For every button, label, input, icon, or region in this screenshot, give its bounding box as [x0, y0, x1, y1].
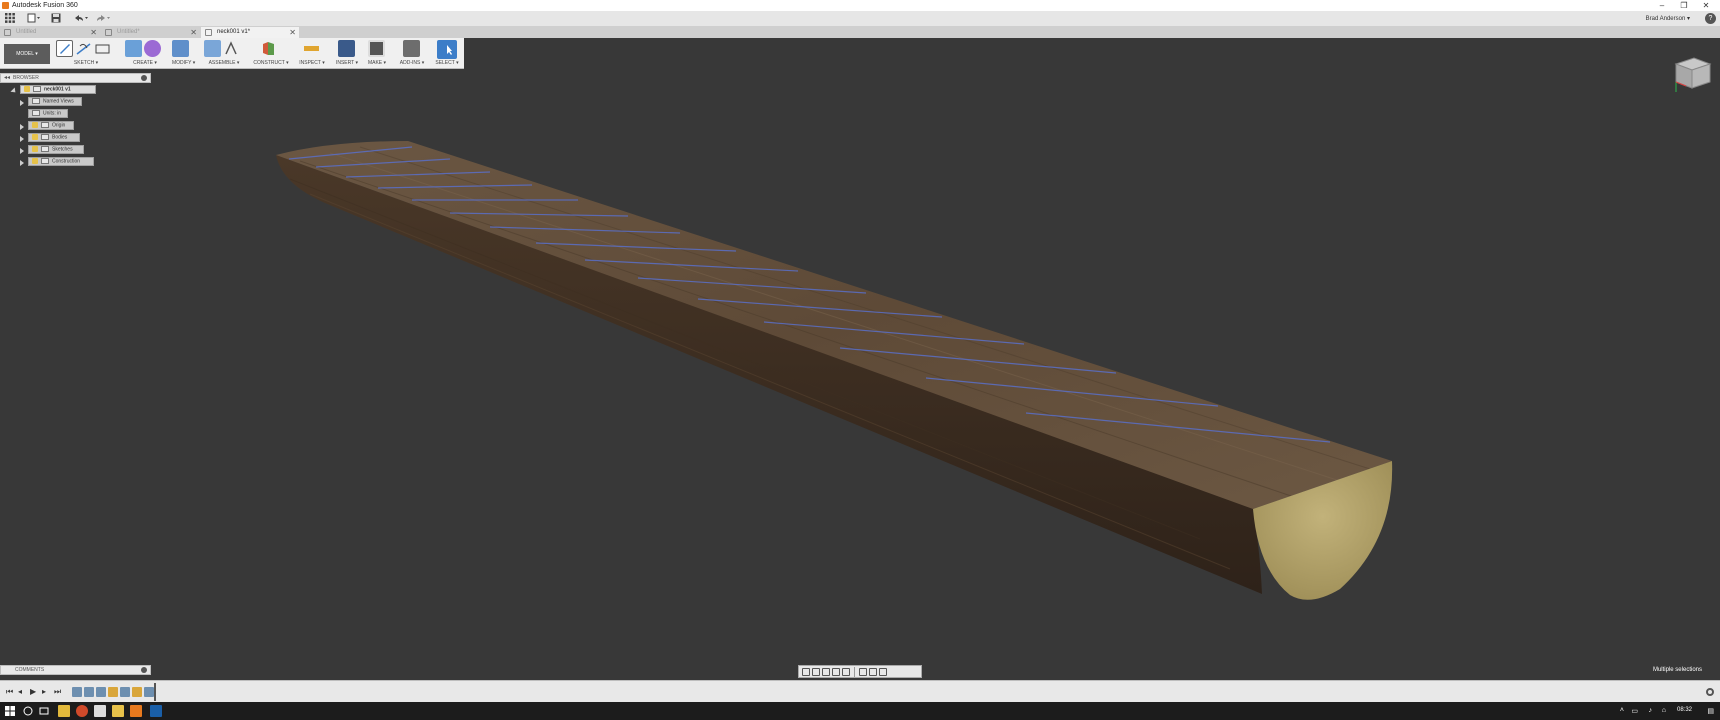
tab-untitled-modified[interactable]: Untitled* ✕ [101, 27, 200, 38]
rectangle-icon[interactable] [94, 40, 111, 57]
play-icon[interactable]: ▶ [30, 688, 36, 696]
display-settings-icon[interactable] [859, 667, 867, 676]
data-panel-grid-icon[interactable] [4, 13, 16, 25]
inspect-group[interactable]: INSPECT ▾ [296, 40, 328, 68]
pan-icon[interactable] [822, 667, 830, 676]
create-group[interactable]: CREATE ▾ [125, 40, 165, 68]
quick-access-toolbar: Brad Anderson ▾ ? [0, 11, 1720, 27]
restore-button[interactable]: ❐ [1674, 0, 1694, 11]
3d-print-icon[interactable] [368, 40, 385, 57]
document-icon [105, 29, 112, 36]
make-group[interactable]: MAKE ▾ [365, 40, 389, 68]
select-group[interactable]: SELECT ▾ [434, 40, 460, 68]
terminal-icon[interactable] [150, 705, 162, 717]
create-sketch-icon[interactable] [56, 40, 73, 57]
title-bar: Autodesk Fusion 360 – ❐ ✕ [0, 0, 1720, 11]
tab-untitled[interactable]: Untitled ✕ [0, 27, 100, 38]
construct-group[interactable]: CONSTRUCT ▾ [252, 40, 290, 68]
save-icon[interactable] [50, 13, 62, 25]
timeline-settings-icon[interactable] [1706, 688, 1714, 696]
modify-group[interactable]: MODIFY ▾ [172, 40, 195, 68]
file-explorer-icon[interactable] [58, 705, 70, 717]
minimize-button[interactable]: – [1652, 0, 1672, 11]
document-icon [4, 29, 11, 36]
fusion-app-icon [2, 2, 9, 9]
press-pull-icon[interactable] [172, 40, 189, 57]
go-to-start-icon[interactable]: ⏮ [6, 688, 13, 696]
viewports-icon[interactable] [879, 667, 887, 676]
document-icon [205, 29, 212, 36]
zoom-icon[interactable] [832, 667, 840, 676]
look-at-icon[interactable] [812, 667, 820, 676]
network-icon[interactable]: ▭ [1631, 707, 1638, 715]
search-icon[interactable] [22, 705, 34, 717]
timeline-feature-extrude[interactable] [132, 687, 142, 697]
windows-taskbar: ˄ ▭ ♪ ⌂ 08:32 ▤ [0, 702, 1720, 720]
help-icon[interactable]: ? [1705, 13, 1716, 24]
chrome-icon[interactable] [76, 705, 88, 717]
timeline-feature-sketch[interactable] [72, 687, 82, 697]
form-sphere-icon[interactable] [144, 40, 161, 57]
close-tab-icon[interactable]: ✕ [90, 27, 97, 38]
timeline-feature-sketch[interactable] [84, 687, 94, 697]
sticky-notes-icon[interactable] [112, 705, 124, 717]
navigation-bar [798, 665, 922, 678]
window-title: Autodesk Fusion 360 [12, 2, 78, 9]
file-menu-icon[interactable] [26, 13, 42, 25]
go-to-end-icon[interactable]: ⏭ [54, 688, 61, 696]
windows-start-icon[interactable] [4, 705, 16, 717]
grid-settings-icon[interactable] [869, 667, 877, 676]
selection-status: Multiple selections [1652, 667, 1702, 673]
tab-neck001[interactable]: neck001 v1* ✕ [201, 27, 299, 38]
comments-panel-header[interactable]: COMMENTS [0, 665, 151, 675]
timeline-marker[interactable] [154, 683, 156, 701]
ribbon-toolbar: MODEL ▾ SKETCH ▾ CREATE ▾ MODIFY ▾ ASSEM… [0, 38, 464, 69]
timeline-feature-extrude[interactable] [108, 687, 118, 697]
document-tab-strip: Untitled ✕ Untitled* ✕ neck001 v1* ✕ [0, 27, 1720, 38]
measure-icon[interactable] [303, 40, 320, 57]
comments-pin-icon[interactable] [141, 667, 147, 673]
close-tab-icon[interactable]: ✕ [289, 27, 296, 38]
language-icon[interactable]: ⌂ [1662, 707, 1666, 714]
timeline-feature-sketch[interactable] [120, 687, 130, 697]
extrude-icon[interactable] [125, 40, 142, 57]
timeline-feature-sketch[interactable] [144, 687, 154, 697]
assemble-group[interactable]: ASSEMBLE ▾ [204, 40, 244, 68]
fit-icon[interactable] [842, 667, 850, 676]
tray-chevron-icon[interactable]: ˄ [1620, 707, 1624, 714]
fusion-taskbar-icon[interactable] [130, 705, 142, 717]
sketch-group[interactable]: SKETCH ▾ [56, 40, 116, 68]
add-ins-group[interactable]: ADD-INS ▾ [397, 40, 427, 68]
task-view-icon[interactable] [38, 705, 50, 717]
view-cube[interactable] [1670, 52, 1716, 98]
redo-icon[interactable] [94, 13, 112, 25]
offset-plane-icon[interactable] [260, 40, 277, 57]
close-window-button[interactable]: ✕ [1696, 0, 1716, 11]
app-icon[interactable] [94, 705, 106, 717]
new-component-icon[interactable] [204, 40, 221, 57]
volume-icon[interactable]: ♪ [1649, 707, 1653, 714]
scripts-addins-icon[interactable] [403, 40, 420, 57]
select-arrow-icon[interactable] [437, 40, 457, 59]
guitar-neck-body[interactable] [276, 141, 1393, 600]
user-account-menu[interactable]: Brad Anderson ▾ [1646, 15, 1690, 22]
timeline-feature-sketch[interactable] [96, 687, 106, 697]
step-forward-icon[interactable]: ▸ [42, 688, 46, 696]
undo-icon[interactable] [72, 13, 90, 25]
timeline-bar: ⏮ ◂ ▶ ▸ ⏭ [0, 680, 1720, 702]
orbit-icon[interactable] [802, 667, 810, 676]
insert-group[interactable]: INSERT ▾ [334, 40, 360, 68]
joint-icon[interactable] [223, 40, 240, 57]
close-tab-icon[interactable]: ✕ [190, 27, 197, 38]
insert-image-icon[interactable] [338, 40, 355, 57]
notifications-icon[interactable]: ▤ [1707, 707, 1714, 715]
viewport-canvas[interactable] [0, 69, 1720, 665]
step-back-icon[interactable]: ◂ [18, 688, 22, 696]
workspace-switcher[interactable]: MODEL ▾ [4, 44, 50, 64]
line-icon[interactable] [75, 40, 92, 57]
taskbar-clock[interactable]: 08:32 [1677, 707, 1692, 713]
